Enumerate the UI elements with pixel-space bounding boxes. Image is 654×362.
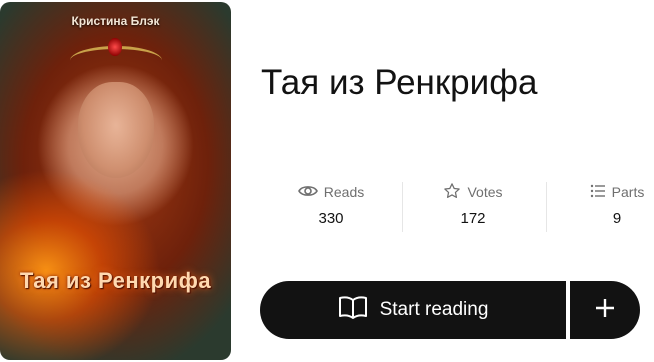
cover-portrait xyxy=(78,82,154,178)
stat-reads-label: Reads xyxy=(323,184,365,200)
story-title: Тая из Ренкрифа xyxy=(261,63,538,103)
story-cover-image[interactable]: Кристина Блэк Тая из Ренкрифа xyxy=(0,2,231,360)
start-reading-button[interactable]: Start reading xyxy=(260,281,566,339)
cover-title-text: Тая из Ренкрифа xyxy=(19,268,212,293)
start-reading-label: Start reading xyxy=(379,299,489,320)
stat-votes-value: 172 xyxy=(460,210,486,227)
stat-votes-label: Votes xyxy=(467,184,503,200)
stat-reads: Reads 330 xyxy=(261,180,401,236)
cover-gem-decoration xyxy=(108,38,122,56)
cover-author-text: Кристина Блэк xyxy=(71,14,160,28)
eye-icon xyxy=(297,184,318,201)
story-stats: Reads 330 Votes 172 Parts 9 xyxy=(261,180,654,236)
add-to-library-button[interactable] xyxy=(570,281,640,339)
list-icon xyxy=(590,184,606,201)
open-book-icon xyxy=(338,295,368,325)
stat-votes: Votes 172 xyxy=(403,180,543,236)
stat-reads-value: 330 xyxy=(318,210,344,227)
plus-icon xyxy=(594,297,616,324)
stat-parts: Parts 9 xyxy=(547,180,654,236)
stat-parts-value: 9 xyxy=(612,210,622,227)
stat-parts-label: Parts xyxy=(611,184,645,200)
star-icon xyxy=(443,182,461,203)
